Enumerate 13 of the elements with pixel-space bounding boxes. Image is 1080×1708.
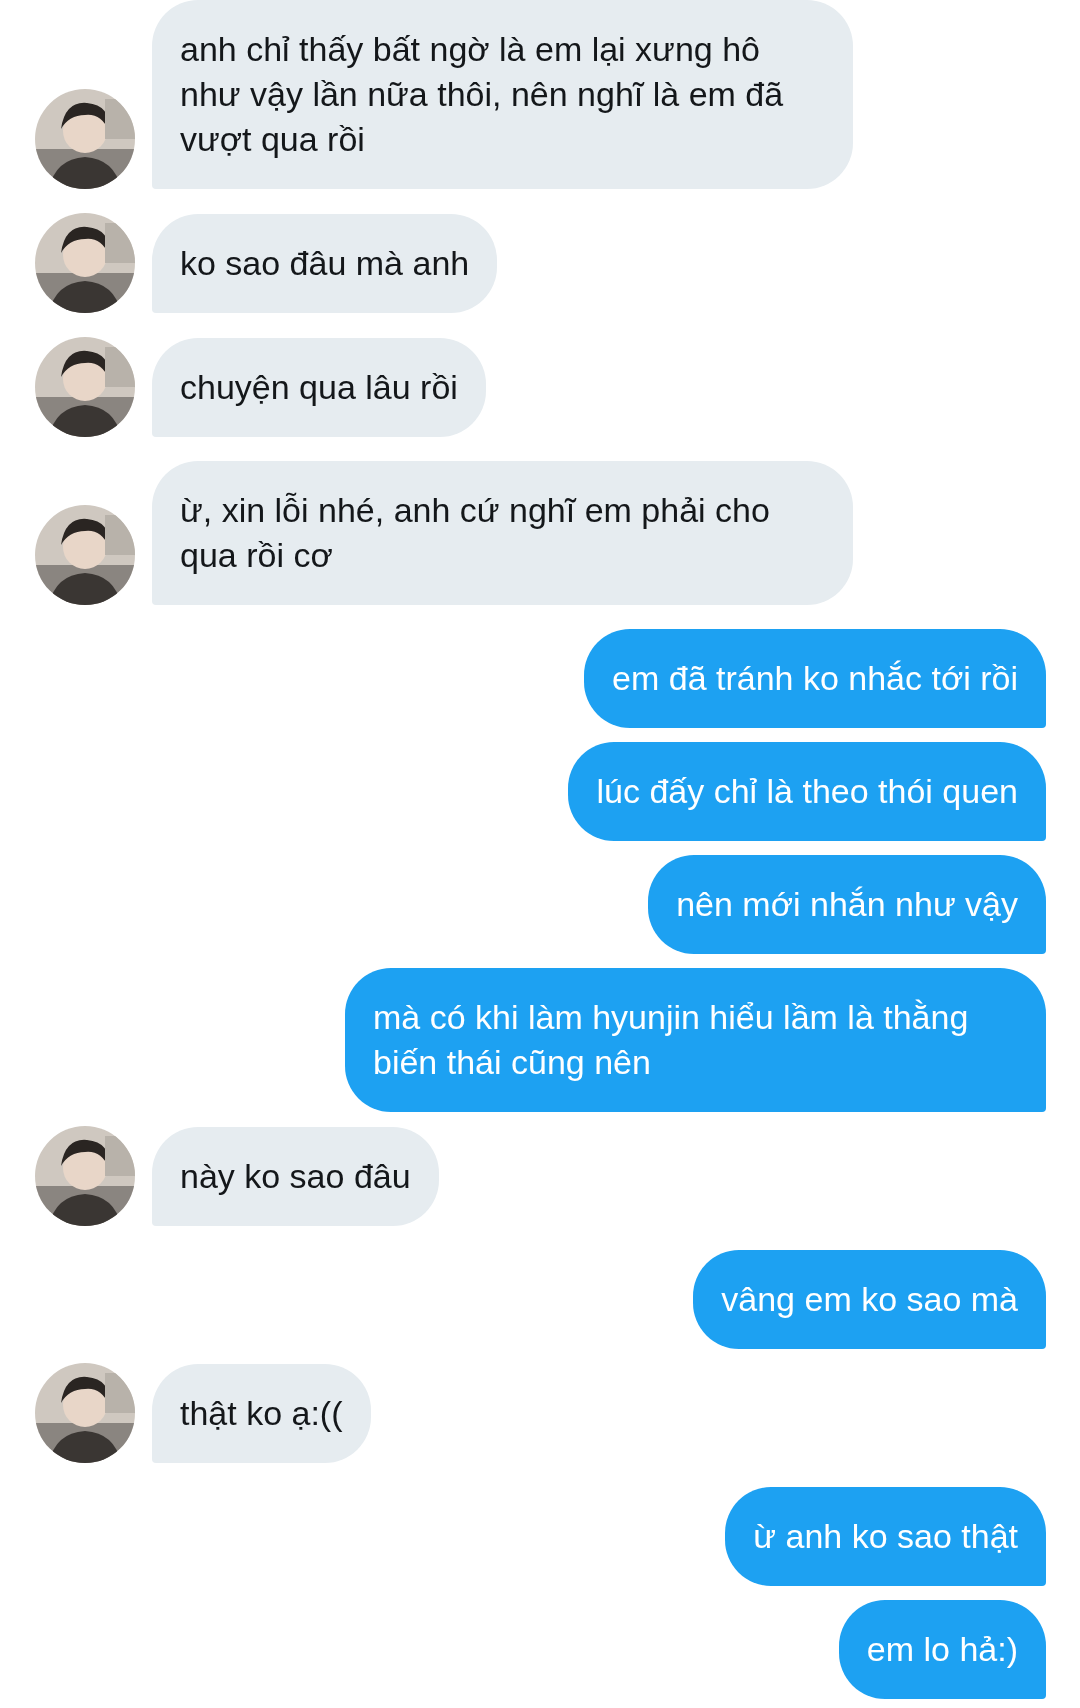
message-bubble: lúc đấy chỉ là theo thói quen: [568, 742, 1046, 841]
message-bubble: này ko sao đâu: [152, 1127, 439, 1226]
message-bubble: ko sao đâu mà anh: [152, 214, 498, 313]
message-bubble: em lo hả:): [838, 1600, 1046, 1699]
message-bubble: em đã tránh ko nhắc tới rồi: [584, 629, 1046, 728]
message-bubble: anh chỉ thấy bất ngờ là em lại xưng hô như vậy lần nữa thôi, nên nghĩ là em đã vượt qua rồi: [152, 0, 853, 189]
message-bubble: mà có khi làm hyunjin hiểu lầm là thằng biến thái cũng nên: [345, 968, 1046, 1112]
message-bubble: chuyện qua lâu rồi: [152, 338, 486, 437]
message-bubble: thật ko ạ:((: [152, 1364, 371, 1463]
message-bubble: nên mới nhắn như vậy: [648, 855, 1046, 954]
message-bubble: ừ anh ko sao thật: [725, 1487, 1046, 1586]
message-bubble: ừ, xin lỗi nhé, anh cứ nghĩ em phải cho qua rồi cơ: [152, 461, 853, 605]
message-bubble: vâng em ko sao mà: [693, 1250, 1046, 1349]
